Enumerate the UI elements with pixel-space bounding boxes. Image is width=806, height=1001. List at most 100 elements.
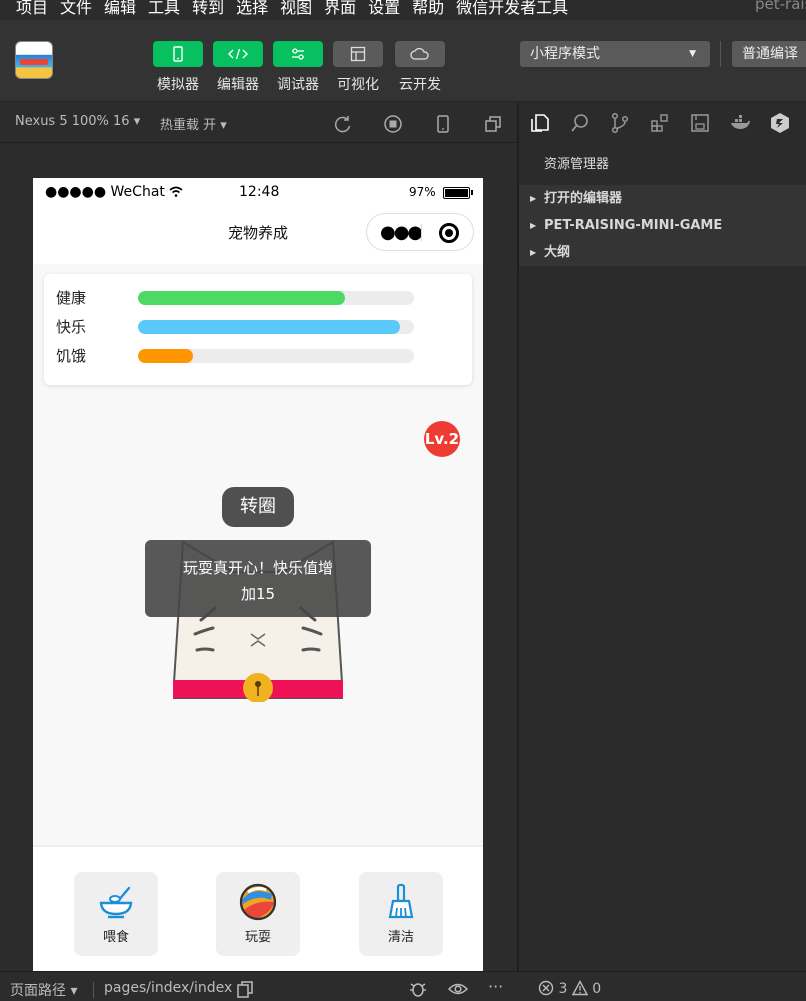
menu-list: 项目 文件 编辑 工具 转到 选择 视图 界面 设置 帮助 微信开发者工具 xyxy=(16,0,568,18)
phone-simulator: ●●●●● WeChat 12:48 97% 宠物养成 ●●● 健康 快乐 饥饿… xyxy=(33,178,483,971)
action-bar: 喂食 玩耍 清洁 xyxy=(33,845,483,971)
happiness-bar xyxy=(138,320,401,334)
caret-right-icon: ▶ xyxy=(530,221,537,230)
broom-icon xyxy=(388,883,414,919)
menu-edit[interactable]: 编辑 xyxy=(104,0,136,18)
play-label: 玩耍 xyxy=(244,930,271,945)
debugger-label: 调试器 xyxy=(277,77,319,93)
project-avatar[interactable] xyxy=(15,41,53,79)
window-title: pet-rais xyxy=(755,0,806,13)
capsule-menu: ●●● xyxy=(366,213,474,251)
refresh-icon[interactable] xyxy=(333,114,353,134)
caret-right-icon: ▶ xyxy=(530,194,537,203)
menu-file[interactable]: 文件 xyxy=(60,0,92,18)
capsule-divider xyxy=(421,224,422,242)
device-icon[interactable] xyxy=(433,114,453,134)
menu-app[interactable]: 微信开发者工具 xyxy=(456,0,568,18)
activity-bar xyxy=(519,103,806,143)
visual-label: 可视化 xyxy=(337,77,379,93)
toast-line-1: 玩耍真开心！快乐值增 xyxy=(182,559,333,577)
layout-icon xyxy=(350,46,366,62)
menu-view[interactable]: 视图 xyxy=(280,0,312,18)
plugin-icon[interactable] xyxy=(769,112,791,134)
progress-track xyxy=(138,320,414,334)
more-icon[interactable]: ··· xyxy=(488,977,508,996)
status-divider xyxy=(93,982,94,998)
source-control-icon[interactable] xyxy=(609,112,631,134)
battery-percent: 97% xyxy=(409,185,436,199)
pet-stats-card: 健康 快乐 饥饿 xyxy=(44,274,472,385)
clean-label: 清洁 xyxy=(387,930,414,945)
stat-health: 健康 xyxy=(56,287,466,307)
toast-message: 玩耍真开心！快乐值增 加15 xyxy=(145,540,371,617)
phone-clock: 12:48 xyxy=(239,184,280,200)
mode-select[interactable]: 小程序模式 ▼ xyxy=(520,41,710,67)
mode-select-value: 小程序模式 xyxy=(530,46,600,62)
files-icon[interactable] xyxy=(529,112,551,134)
clean-button[interactable]: 清洁 xyxy=(359,872,443,956)
more-menu-icon[interactable]: ●●● xyxy=(380,222,423,243)
stat-label: 饥饿 xyxy=(56,347,87,365)
ball-icon xyxy=(239,883,277,921)
debugger-toggle-button[interactable] xyxy=(273,41,323,67)
signal-text: ●●●●● WeChat xyxy=(45,184,183,200)
stop-icon[interactable] xyxy=(383,114,403,134)
docker-icon[interactable] xyxy=(729,112,751,134)
mini-program-nav-bar: 宠物养成 ●●● xyxy=(33,206,483,264)
detach-window-icon[interactable] xyxy=(483,114,503,134)
stat-happiness: 快乐 xyxy=(56,316,466,336)
visual-toggle-button[interactable] xyxy=(333,41,383,67)
close-mini-program-icon[interactable] xyxy=(439,223,459,243)
project-folder-section[interactable]: ▶ PET-RAISING-MINI-GAME xyxy=(519,212,806,239)
menu-bar: 项目 文件 编辑 工具 转到 选择 视图 界面 设置 帮助 微信开发者工具 pe… xyxy=(0,0,806,20)
menu-help[interactable]: 帮助 xyxy=(412,0,444,18)
bottom-status-bar: 页面路径 ▾ pages/index/index ··· 3 0 xyxy=(0,971,806,1001)
outline-section[interactable]: ▶ 大纲 xyxy=(519,239,806,266)
outline-label: 大纲 xyxy=(544,245,571,260)
sliders-icon xyxy=(292,48,304,60)
hot-reload-select[interactable]: 热重载 开 ▾ xyxy=(160,114,227,133)
open-editors-section[interactable]: ▶ 打开的编辑器 xyxy=(519,185,806,212)
problems-indicator[interactable]: 3 0 xyxy=(538,980,601,997)
menu-tools[interactable]: 工具 xyxy=(148,0,180,18)
toolbar-divider xyxy=(720,41,721,67)
extensions-icon[interactable] xyxy=(649,112,671,134)
menu-interface[interactable]: 界面 xyxy=(324,0,356,18)
menu-goto[interactable]: 转到 xyxy=(192,0,224,18)
copy-icon[interactable] xyxy=(235,980,255,998)
error-count: 3 xyxy=(558,981,568,997)
page-path-select[interactable]: 页面路径 ▾ xyxy=(10,980,77,1000)
editor-toggle-button[interactable] xyxy=(213,41,263,67)
open-editors-label: 打开的编辑器 xyxy=(544,191,623,206)
menu-settings[interactable]: 设置 xyxy=(368,0,400,18)
eye-icon[interactable] xyxy=(448,980,468,998)
page-path-value: pages/index/index xyxy=(104,980,233,996)
device-select[interactable]: Nexus 5 100% 16 ▾ xyxy=(15,114,140,129)
cloud-dev-button[interactable] xyxy=(395,41,445,67)
compile-mode-select[interactable]: 普通编译 xyxy=(732,41,806,67)
battery-cap xyxy=(471,190,473,195)
phone-status-bar: ●●●●● WeChat 12:48 97% xyxy=(33,178,483,206)
code-icon xyxy=(228,48,248,60)
stat-label: 健康 xyxy=(56,289,87,307)
level-badge: Lv.2 xyxy=(424,421,460,457)
menu-project[interactable]: 项目 xyxy=(16,0,48,18)
bug-icon[interactable] xyxy=(408,980,428,998)
hunger-bar xyxy=(138,349,194,363)
warning-count: 0 xyxy=(592,981,602,997)
explorer-panel: 资源管理器 ▶ 打开的编辑器 ▶ PET-RAISING-MINI-GAME ▶… xyxy=(519,103,806,971)
phone-icon xyxy=(173,46,183,62)
simulator-label: 模拟器 xyxy=(157,77,199,93)
progress-track xyxy=(138,349,414,363)
feed-button[interactable]: 喂食 xyxy=(74,872,158,956)
simulator-toggle-button[interactable] xyxy=(153,41,203,67)
health-bar xyxy=(138,291,345,305)
editor-label: 编辑器 xyxy=(217,77,259,93)
search-icon[interactable] xyxy=(569,112,591,134)
play-button[interactable]: 玩耍 xyxy=(216,872,300,956)
project-folder-label: PET-RAISING-MINI-GAME xyxy=(544,218,723,233)
cloud-icon xyxy=(410,47,429,60)
feed-label: 喂食 xyxy=(102,930,129,945)
menu-select[interactable]: 选择 xyxy=(236,0,268,18)
storage-icon[interactable] xyxy=(689,112,711,134)
